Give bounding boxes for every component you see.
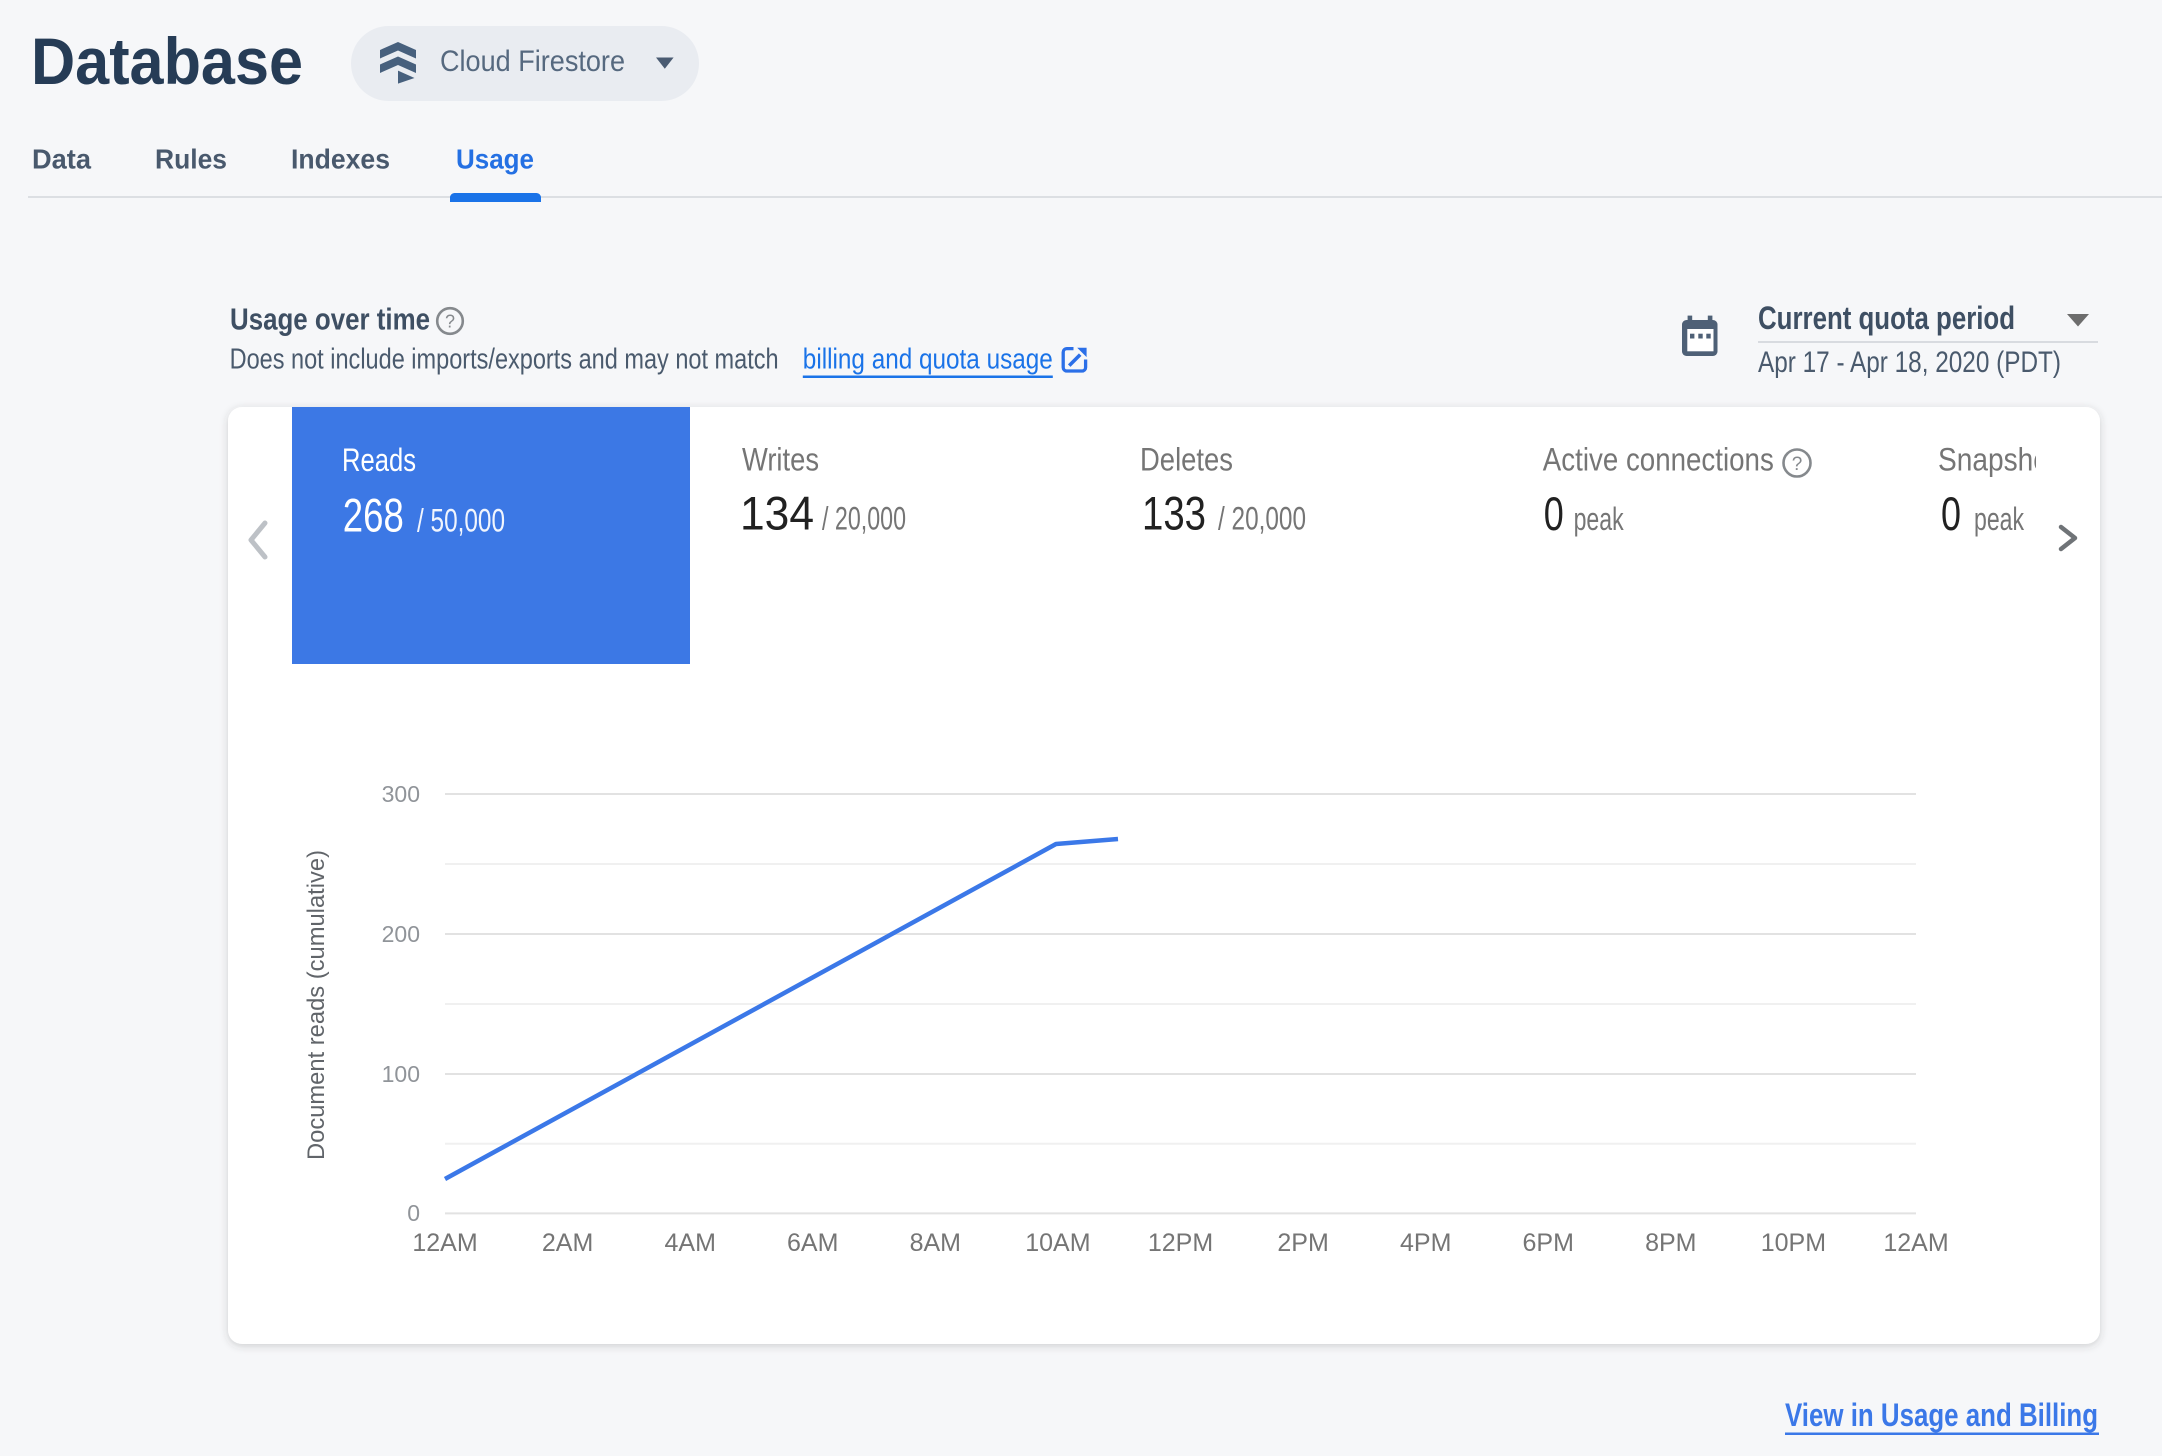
svg-text:6PM: 6PM xyxy=(1522,1229,1573,1257)
svg-text:0: 0 xyxy=(407,1200,420,1226)
svg-text:100: 100 xyxy=(382,1061,420,1087)
svg-text:Rules: Rules xyxy=(155,144,227,175)
svg-text:Usage over time: Usage over time xyxy=(230,301,430,336)
svg-text:200: 200 xyxy=(382,921,420,947)
svg-text:10PM: 10PM xyxy=(1761,1229,1826,1257)
svg-text:Document reads (cumulative): Document reads (cumulative) xyxy=(303,850,330,1160)
svg-text:300: 300 xyxy=(382,781,420,807)
svg-text:peak: peak xyxy=(1974,501,2025,537)
svg-text:Usage: Usage xyxy=(456,144,534,175)
svg-text:8PM: 8PM xyxy=(1645,1229,1696,1257)
svg-text:Writes: Writes xyxy=(742,442,819,478)
svg-text:4PM: 4PM xyxy=(1400,1229,1451,1257)
svg-text:Deletes: Deletes xyxy=(1140,442,1233,478)
svg-text:?: ? xyxy=(1792,454,1803,475)
svg-text:/ 20,000: / 20,000 xyxy=(822,501,906,537)
svg-text:Data: Data xyxy=(32,144,91,175)
svg-text:12AM: 12AM xyxy=(412,1229,477,1257)
svg-text:4AM: 4AM xyxy=(664,1229,715,1257)
svg-text:/ 50,000: / 50,000 xyxy=(417,503,505,539)
svg-text:Reads: Reads xyxy=(342,442,416,478)
svg-text:Cloud Firestore: Cloud Firestore xyxy=(440,45,625,78)
svg-text:Does not include imports/expor: Does not include imports/exports and may… xyxy=(230,344,779,376)
svg-text:10AM: 10AM xyxy=(1025,1229,1090,1257)
svg-text:134: 134 xyxy=(740,487,814,540)
svg-text:12PM: 12PM xyxy=(1148,1229,1213,1257)
svg-text:Active connections: Active connections xyxy=(1543,442,1774,478)
svg-text:2PM: 2PM xyxy=(1277,1229,1328,1257)
svg-text:0: 0 xyxy=(1544,487,1564,540)
svg-text:Indexes: Indexes xyxy=(291,144,390,175)
svg-text:View in Usage and Billing: View in Usage and Billing xyxy=(1785,1397,2098,1433)
svg-text:/ 20,000: / 20,000 xyxy=(1218,501,1306,537)
svg-text:133: 133 xyxy=(1142,487,1206,540)
svg-text:2AM: 2AM xyxy=(542,1229,593,1257)
svg-text:6AM: 6AM xyxy=(787,1229,838,1257)
svg-text:peak: peak xyxy=(1574,501,1625,537)
svg-text:?: ? xyxy=(445,312,455,332)
svg-text:0: 0 xyxy=(1941,487,1961,540)
svg-text:Database: Database xyxy=(31,24,303,98)
svg-text:Current quota period: Current quota period xyxy=(1758,300,2015,336)
svg-text:12AM: 12AM xyxy=(1883,1229,1948,1257)
svg-text:268: 268 xyxy=(343,489,404,542)
svg-text:8AM: 8AM xyxy=(910,1229,961,1257)
svg-text:billing and quota usage: billing and quota usage xyxy=(803,344,1053,376)
svg-text:Apr 17 - Apr 18, 2020 (PDT): Apr 17 - Apr 18, 2020 (PDT) xyxy=(1758,346,2061,379)
